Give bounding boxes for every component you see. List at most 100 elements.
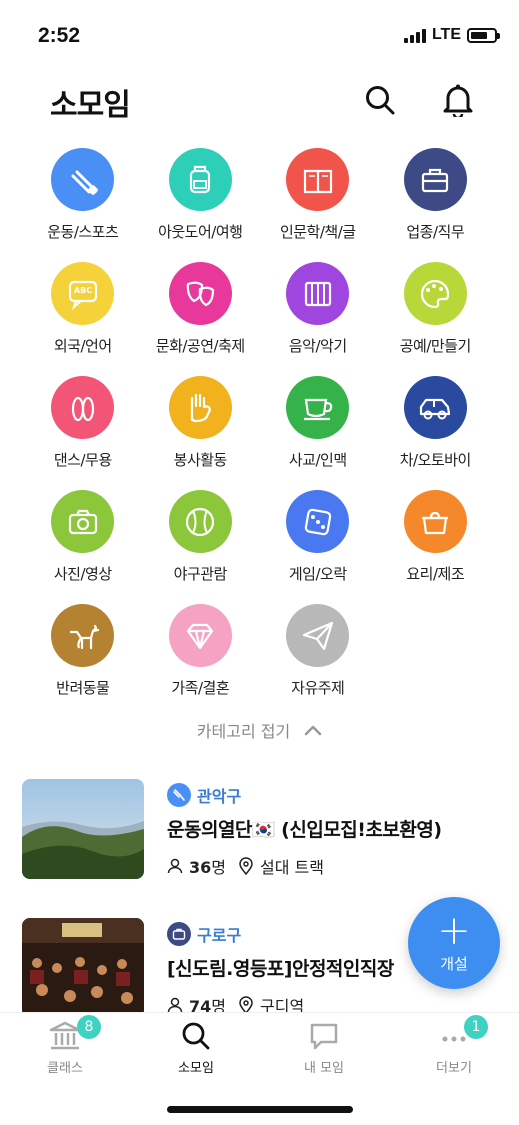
category-label: 댄스/무용 xyxy=(53,451,112,469)
category-item[interactable]: 요리/제조 xyxy=(377,490,495,604)
category-label: 아웃도어/여행 xyxy=(158,223,243,241)
tab-label: 내 모임 xyxy=(303,1061,344,1076)
category-label: 업종/직무 xyxy=(406,223,465,241)
signal-icon xyxy=(403,27,426,43)
create-group-label: 개설 xyxy=(440,954,468,973)
category-icon-circle xyxy=(168,262,232,325)
search-button[interactable] xyxy=(360,80,400,120)
category-icon-circle xyxy=(286,262,350,325)
battery-icon xyxy=(467,27,500,43)
create-group-button[interactable]: + 개설 xyxy=(408,897,500,989)
category-item[interactable]: 음악/악기 xyxy=(259,262,377,376)
category-icon-circle xyxy=(168,604,232,667)
tab-class[interactable]: 8 클래스 xyxy=(15,1015,115,1076)
category-item[interactable]: 차/오토바이 xyxy=(377,376,495,490)
collapse-categories-button[interactable]: 카테고리 접기 xyxy=(0,718,519,742)
category-item[interactable]: 사진/영상 xyxy=(24,490,142,604)
category-item[interactable]: 아웃도어/여행 xyxy=(142,148,260,262)
category-label: 사진/영상 xyxy=(53,565,112,583)
category-label: 사교/인맥 xyxy=(288,451,347,469)
tab-label: 소모임 xyxy=(178,1061,214,1076)
category-icon-circle xyxy=(403,376,467,439)
status-bar: 2:52 LTE xyxy=(0,0,519,70)
cup-icon xyxy=(303,398,332,420)
network-label: LTE xyxy=(431,26,461,43)
category-icon-circle xyxy=(403,490,467,553)
tab-label: 클래스 xyxy=(47,1061,83,1076)
category-item[interactable]: 사교/인맥 xyxy=(259,376,377,490)
ballet-shoes-icon xyxy=(71,396,94,421)
category-grid: 운동/스포츠 아웃도어/여행 인문학/책/글 업종/직무 ABC 외국/언어 문화/공연/축… xyxy=(24,148,494,718)
tab-my-groups[interactable]: 내 모임 xyxy=(274,1021,374,1076)
category-item[interactable]: 업종/직무 xyxy=(377,148,495,262)
bell-icon xyxy=(443,84,473,117)
category-icon-circle xyxy=(286,376,350,439)
category-label: 가족/결혼 xyxy=(171,679,230,697)
member-count: 36 xyxy=(189,858,212,877)
category-tag-icon xyxy=(167,783,191,807)
category-label: 공예/만들기 xyxy=(399,337,472,355)
category-label: 게임/오락 xyxy=(288,565,347,583)
category-icon-circle xyxy=(51,148,115,211)
search-icon xyxy=(366,86,395,115)
palette-icon xyxy=(421,279,450,308)
paper-plane-icon xyxy=(302,621,333,650)
category-label: 봉사활동 xyxy=(173,451,228,469)
category-icon-circle xyxy=(403,262,467,325)
category-label: 자유주제 xyxy=(291,679,345,697)
category-icon-circle xyxy=(51,376,115,439)
badminton-icon xyxy=(71,170,98,195)
tab-somoim[interactable]: 소모임 xyxy=(146,1021,246,1076)
category-item[interactable]: 공예/만들기 xyxy=(377,262,495,376)
tab-badge: 8 xyxy=(77,1015,101,1039)
group-list-item[interactable]: 관악구 운동의열단🇰🇷 (신입모집!초보환영) 36명 설대 트랙 xyxy=(22,779,502,889)
category-icon-circle xyxy=(51,604,115,667)
category-icon-circle xyxy=(403,148,467,211)
chat-icon xyxy=(310,1023,338,1050)
category-item[interactable]: 댄스/무용 xyxy=(24,376,142,490)
speech-bubble-icon: ABC xyxy=(68,280,97,310)
category-label: 인문학/책/글 xyxy=(279,223,356,241)
group-region: 구로구 xyxy=(197,926,242,945)
category-item[interactable]: 문화/공연/축제 xyxy=(142,262,260,376)
tab-more[interactable]: 1 더보기 xyxy=(404,1015,504,1076)
theater-masks-icon xyxy=(187,281,215,306)
category-item[interactable]: 야구관람 xyxy=(142,490,260,604)
status-indicators: LTE xyxy=(403,26,500,44)
group-location: 설대 트랙 xyxy=(260,858,324,877)
tab-label: 더보기 xyxy=(436,1061,472,1076)
category-label: 반려동물 xyxy=(56,679,110,697)
baseball-icon xyxy=(186,507,215,536)
category-icon-circle: ABC xyxy=(51,262,115,325)
hand-icon xyxy=(191,393,212,422)
notification-button[interactable] xyxy=(438,80,478,120)
badminton-icon xyxy=(173,789,185,801)
category-item[interactable]: 자유주제 xyxy=(259,604,377,718)
category-item[interactable]: 가족/결혼 xyxy=(142,604,260,718)
briefcase-icon xyxy=(172,928,186,940)
group-thumbnail xyxy=(22,779,144,879)
category-icon-circle xyxy=(51,490,115,553)
group-title: 운동의열단🇰🇷 (신입모집!초보환영) xyxy=(167,819,442,841)
category-icon-circle xyxy=(286,148,350,211)
category-item[interactable]: 봉사활동 xyxy=(142,376,260,490)
category-icon-circle xyxy=(168,490,232,553)
category-icon-circle xyxy=(286,604,350,667)
camera-icon xyxy=(68,509,97,534)
category-item[interactable]: 반려동물 xyxy=(24,604,142,718)
category-label: 요리/제조 xyxy=(406,565,465,583)
dog-icon xyxy=(69,624,99,649)
car-icon xyxy=(420,398,451,419)
backpack-icon xyxy=(190,165,211,193)
search-icon xyxy=(182,1022,210,1050)
member-unit: 명 xyxy=(211,858,226,877)
person-icon xyxy=(167,858,183,874)
category-item[interactable]: ABC 외국/언어 xyxy=(24,262,142,376)
plus-icon: + xyxy=(437,907,471,954)
category-item[interactable]: 게임/오락 xyxy=(259,490,377,604)
category-tag-icon xyxy=(167,922,191,946)
category-item[interactable]: 운동/스포츠 xyxy=(24,148,142,262)
category-item[interactable]: 인문학/책/글 xyxy=(259,148,377,262)
chevron-up-icon xyxy=(304,725,322,736)
page-title: 소모임 xyxy=(50,88,131,123)
